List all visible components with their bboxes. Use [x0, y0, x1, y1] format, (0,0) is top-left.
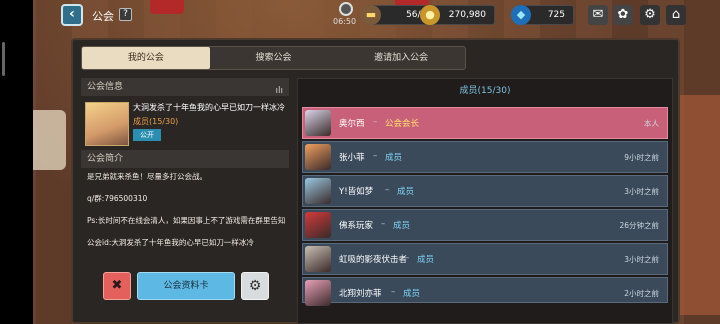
guild-description: 大洞发杀了十年鱼我的心早已如刀一样冰冷 [133, 103, 285, 112]
stamina-icon: ▬ [361, 5, 381, 25]
clock-icon [339, 2, 353, 16]
member-last-online: 3小时之前 [624, 187, 659, 196]
mail-icon[interactable]: ✉ [588, 5, 608, 25]
guild-info-title: 公会信息 [87, 82, 124, 92]
guild-intro-title: 公会简介 [87, 154, 124, 164]
member-name: 佛系玩家 [339, 221, 374, 231]
member-separator: – [381, 219, 386, 229]
intro-line: q/群:796500310 [87, 194, 148, 203]
shield-x-icon: ✖ [111, 278, 123, 293]
member-role: 成员 [393, 221, 411, 231]
member-last-online: 2小时之前 [624, 289, 659, 298]
back-arrow-icon: ‹ [69, 6, 75, 22]
member-row[interactable]: 佛系玩家 – 成员 26分钟之前 [302, 209, 668, 241]
member-role: 公会会长 [385, 119, 420, 129]
gem-value: 725 [547, 10, 565, 20]
guild-actions: ✖ 公会资料卡 ⚙ [81, 272, 289, 300]
member-row[interactable]: 北翔刘亦菲 – 成员 2小时之前 [302, 277, 668, 306]
screen-edge [0, 0, 33, 324]
page-title: 公会 [92, 10, 114, 23]
member-name: 奥尔西 [339, 119, 365, 129]
tab-search-guild[interactable]: 搜索公会 [210, 47, 338, 69]
gem-counter[interactable]: ◆ 725 [511, 5, 574, 25]
member-role: 成员 [417, 255, 435, 265]
tab-my-guild[interactable]: 我的公会 [82, 47, 210, 69]
top-bar: ‹ 公会 ? 06:50 ▬ 56/76 ● 270,980 ◆ 725 ✉ ✿… [33, 0, 720, 30]
member-last-online: 26分钟之前 [619, 221, 659, 230]
gold-coin-icon: ● [420, 5, 440, 25]
device-notch [2, 42, 5, 76]
guild-info-header: 公会信息 ılı [81, 78, 289, 96]
member-avatar [305, 144, 331, 170]
intro-line: 公会id:大洞发杀了十年鱼我的心早已如刀一样冰冷 [87, 238, 254, 247]
gear-icon: ⚙ [248, 278, 262, 294]
settings-icon[interactable]: ⚙ [640, 5, 660, 25]
leave-guild-button[interactable]: ✖ [103, 272, 131, 300]
member-separator: – [373, 151, 378, 161]
member-last-online: 本人 [644, 119, 659, 128]
member-name: Y!皆如梦 [339, 187, 374, 197]
clock: 06:50 [333, 1, 363, 29]
member-separator: – [391, 287, 396, 297]
member-separator: – [385, 185, 390, 195]
guild-member-count: 成员(15/30) [133, 117, 179, 126]
gem-icon: ◆ [511, 5, 531, 25]
member-avatar [305, 178, 331, 204]
clock-time: 06:50 [333, 17, 357, 26]
member-separator: – [373, 117, 378, 127]
member-role: 成员 [397, 187, 415, 197]
member-last-online: 3小时之前 [624, 255, 659, 264]
intro-line: Ps:长时间不在线会清人，如果因事上不了游戏需在群里告知 [87, 216, 286, 225]
gold-counter[interactable]: ● 270,980 [420, 5, 495, 25]
gold-value: 270,980 [448, 10, 486, 20]
tab-invite-guild[interactable]: 邀请加入公会 [337, 47, 465, 69]
guild-panel: 我的公会 搜索公会 邀请加入公会 公会信息 ılı 大洞发杀了十年鱼我的心早已如… [71, 38, 680, 324]
member-name: 虹吸的影夜伏击者 [339, 255, 408, 265]
guild-info-column: 公会信息 ılı 大洞发杀了十年鱼我的心早已如刀一样冰冷 成员(15/30) 公… [81, 78, 289, 252]
home-icon[interactable]: ⌂ [666, 5, 686, 25]
intro-line: 是兄弟就来杀鱼！尽量多打公会战。 [87, 172, 207, 181]
member-row[interactable]: 张小菲 – 成员 9小时之前 [302, 141, 668, 173]
member-row[interactable]: 虹吸的影夜伏击者 – 成员 3小时之前 [302, 243, 668, 275]
member-avatar [305, 212, 331, 238]
guild-settings-button[interactable]: ⚙ [241, 272, 269, 300]
guild-profile-card-button[interactable]: 公会资料卡 [137, 272, 235, 300]
background-decoration [680, 95, 720, 315]
guild-tabs: 我的公会 搜索公会 邀请加入公会 [81, 46, 466, 70]
member-name: 北翔刘亦菲 [339, 289, 382, 299]
guild-intro-header: 公会简介 [81, 150, 289, 168]
member-separator: – [405, 253, 410, 263]
member-row[interactable]: 奥尔西 – 公会会长 本人 [302, 107, 668, 139]
members-header: 成员(15/30) [459, 86, 511, 96]
guild-avatar [85, 102, 129, 146]
member-last-online: 9小时之前 [624, 153, 659, 162]
gear-settings-icon[interactable]: ✿ [613, 5, 633, 25]
guild-info-box: 大洞发杀了十年鱼我的心早已如刀一样冰冷 成员(15/30) 公开 [81, 96, 289, 150]
member-name: 张小菲 [339, 153, 365, 163]
background-decoration [28, 110, 66, 170]
visibility-badge: 公开 [133, 129, 161, 141]
members-list: 成员(15/30) 奥尔西 – 公会会长 本人 张小菲 – 成员 9小时之前 Y!皆如梦 – 成员 3… [297, 78, 673, 324]
member-role: 成员 [403, 289, 421, 299]
help-button[interactable]: ? [119, 8, 132, 21]
member-row[interactable]: Y!皆如梦 – 成员 3小时之前 [302, 175, 668, 207]
back-button[interactable]: ‹ [61, 4, 83, 26]
member-avatar [305, 246, 331, 272]
member-avatar [305, 110, 331, 136]
member-avatar [305, 280, 331, 306]
member-role: 成员 [385, 153, 403, 163]
